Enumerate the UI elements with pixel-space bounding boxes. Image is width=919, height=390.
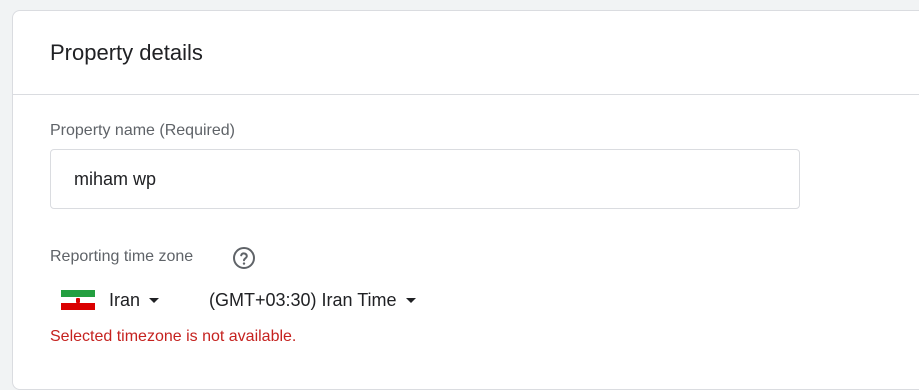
country-select-value: Iran — [109, 289, 141, 310]
card-title: Property details — [50, 40, 203, 65]
card-header: Property details — [13, 11, 919, 95]
chevron-down-icon — [149, 298, 160, 303]
help-circle-icon[interactable] — [232, 246, 256, 270]
timezone-select-value: (GMT+03:30) Iran Time — [209, 289, 397, 310]
property-name-label: Property name (Required) — [50, 122, 235, 139]
chevron-down-icon — [405, 298, 416, 303]
property-details-card: Property details Property name (Required… — [12, 10, 919, 390]
timezone-error-message: Selected timezone is not available. — [50, 328, 297, 345]
property-name-input[interactable] — [50, 149, 800, 209]
timezone-select[interactable]: (GMT+03:30) Iran Time — [209, 287, 416, 313]
iran-flag-icon — [61, 290, 95, 311]
reporting-time-zone-label: Reporting time zone — [50, 248, 194, 265]
country-select[interactable]: Iran — [61, 287, 160, 313]
